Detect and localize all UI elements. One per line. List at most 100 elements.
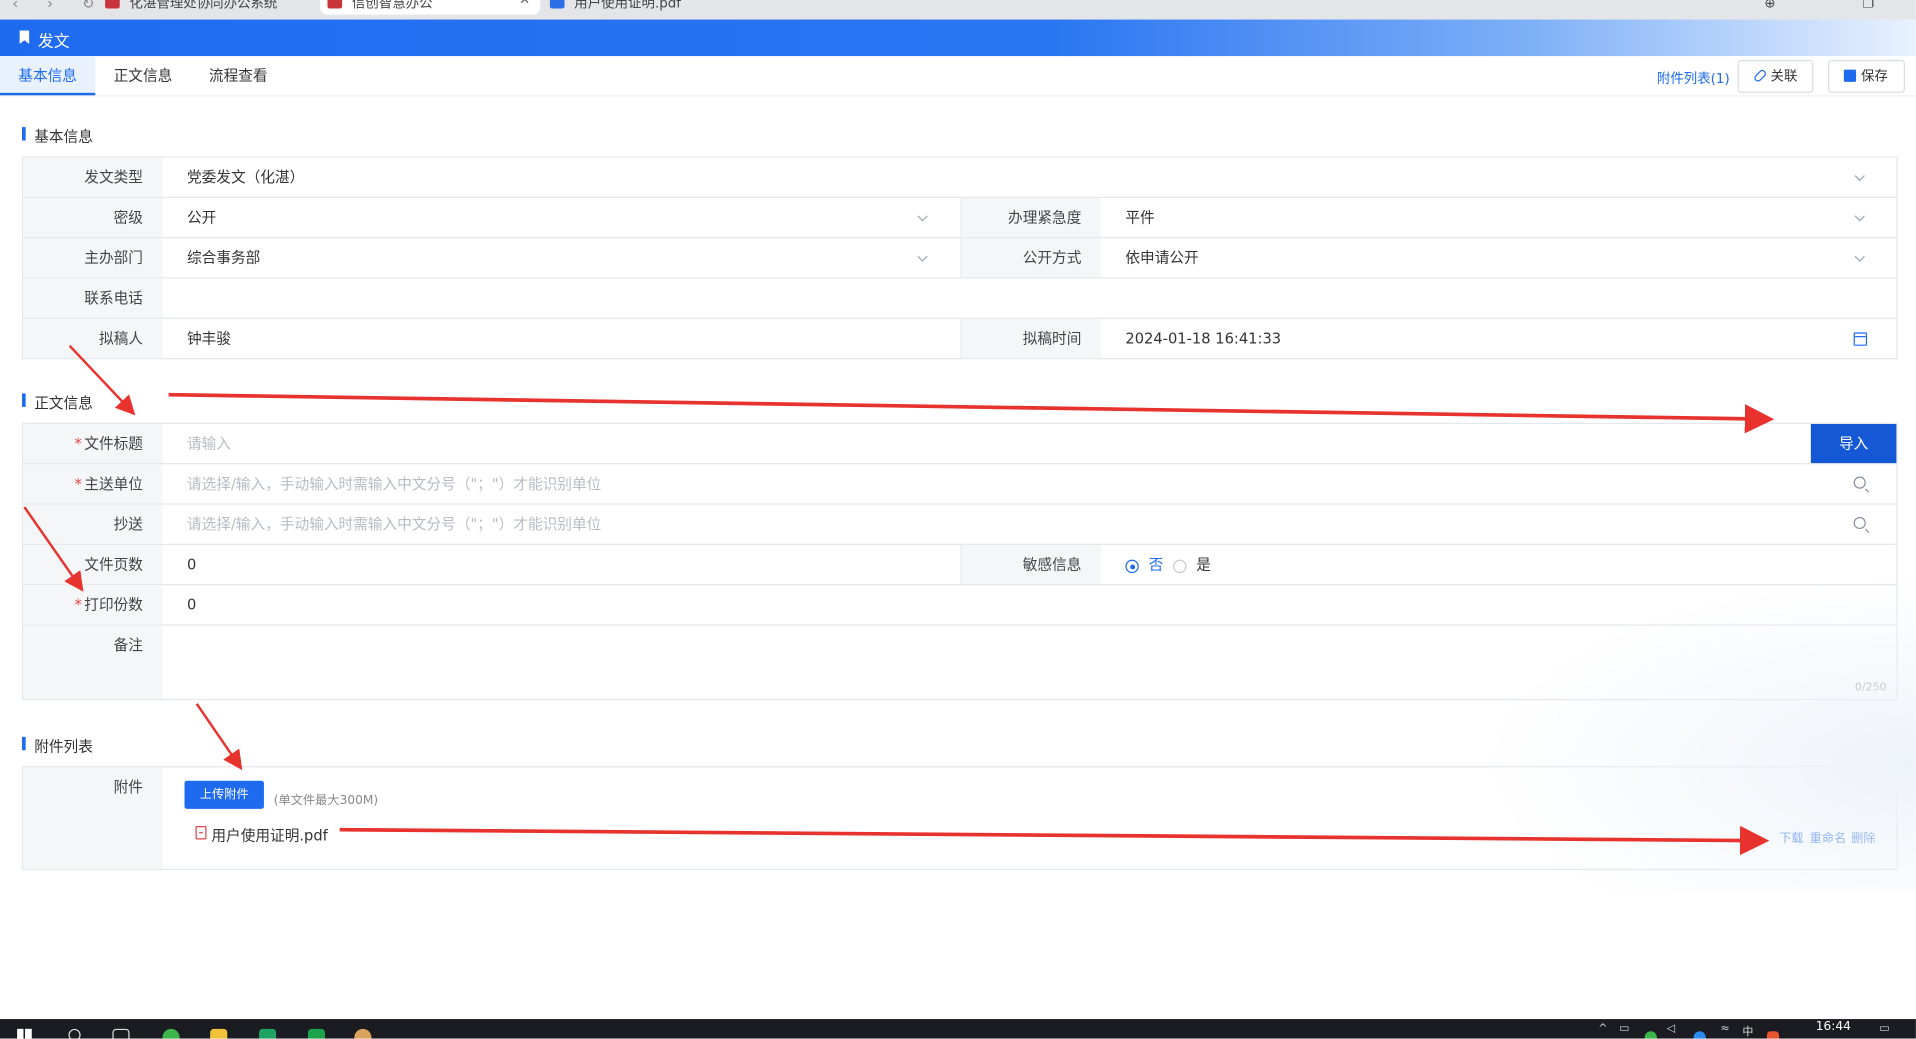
tray-app-icon[interactable] [1644, 1031, 1657, 1039]
form-row: * 打印份数 0 [23, 585, 1898, 626]
browser-nav-icons[interactable]: ‹ › ↻ [12, 0, 106, 12]
form-row: * 文件标题 请输入 导入 [23, 423, 1898, 465]
volume-icon[interactable]: ◁ [1667, 1023, 1675, 1035]
drafter-label: 拟稿人 [23, 318, 163, 359]
secret-level-label: 密级 [23, 197, 163, 238]
close-tab-icon[interactable]: × [519, 0, 530, 6]
notification-icon[interactable]: ▭ [1879, 1023, 1889, 1035]
import-button[interactable]: 导入 [1810, 423, 1897, 464]
draft-time-input[interactable]: 2024-01-18 16:41:33 [1101, 319, 1896, 358]
secret-level-select[interactable]: 公开 [163, 198, 961, 237]
form-row: 主办部门 综合事务部 公开方式 依申请公开 [23, 238, 1898, 279]
sensitive-label: 敏感信息 [961, 544, 1101, 585]
tray-app-icon[interactable] [1766, 1031, 1780, 1039]
browser-tab-3[interactable]: 用户使用证明.pdf [543, 0, 763, 15]
globe-icon[interactable]: ⊕ [1764, 0, 1775, 11]
form-row: 抄送 请选择/输入，手动输入时需输入中文分号（"；"）才能识别单位 [23, 504, 1898, 545]
pdf-file-icon [195, 826, 207, 840]
doc-title-label: * 文件标题 [23, 423, 163, 464]
tab-basic-info[interactable]: 基本信息 [0, 56, 96, 96]
phone-input[interactable] [163, 279, 1897, 318]
restore-window-icon[interactable]: ❐ [1862, 0, 1874, 11]
spreadsheet-app-icon[interactable] [259, 1028, 277, 1039]
relate-button[interactable]: 关联 [1737, 59, 1814, 93]
page-title: 发文 [37, 32, 70, 52]
search-icon[interactable] [1853, 476, 1866, 489]
os-taskbar: ^ ▭ ◁ ≈ 中 16:44 ▭ [0, 1019, 1916, 1039]
windows-start-icon[interactable] [17, 1028, 32, 1039]
attachments-form: 附件 [21, 766, 1898, 870]
calendar-icon[interactable] [1853, 332, 1868, 346]
browser-tab-2[interactable]: 信创智慧办公 × [320, 0, 541, 15]
delete-link[interactable]: 删除 [1851, 827, 1875, 845]
form-row: 备注 0/250 [23, 625, 1898, 701]
required-mark: * [74, 434, 82, 453]
tab-body-info[interactable]: 正文信息 [95, 56, 190, 95]
public-mode-label: 公开方式 [961, 238, 1101, 278]
sensitive-yes-radio[interactable] [1173, 559, 1187, 574]
save-icon [1843, 69, 1857, 82]
folder-icon[interactable] [210, 1028, 228, 1039]
remark-textarea[interactable] [163, 626, 1897, 699]
search-icon[interactable] [1853, 516, 1866, 530]
copies-label: * 打印份数 [23, 585, 163, 625]
app-title-bar: 发文 [0, 19, 1916, 57]
required-mark: * [74, 596, 82, 614]
urgency-label: 办理紧急度 [961, 197, 1101, 238]
chevron-up-icon[interactable]: ^ [1598, 1023, 1607, 1035]
public-mode-select[interactable]: 依申请公开 [1101, 238, 1896, 277]
tray-icon[interactable]: ▭ [1619, 1023, 1629, 1035]
section-title-body: 正文信息 [21, 392, 93, 413]
form-row: 联系电话 [23, 278, 1898, 319]
copies-input[interactable]: 0 [163, 585, 1897, 624]
urgency-select[interactable]: 平件 [1101, 198, 1896, 237]
form-row: 附件 [23, 767, 1898, 870]
site-favicon-icon [327, 0, 343, 9]
pages-input[interactable]: 0 [163, 545, 961, 584]
task-view-icon[interactable] [112, 1028, 130, 1039]
doc-type-select[interactable]: 党委发文（化湛） [163, 158, 1897, 197]
main-unit-input[interactable]: 请选择/输入，手动输入时需输入中文分号（"；"）才能识别单位 [163, 464, 1848, 503]
chat-app-icon[interactable] [307, 1028, 326, 1039]
save-button[interactable]: 保存 [1827, 59, 1905, 93]
link-icon [1752, 68, 1768, 84]
form-row: 密级 公开 办理紧急度 平件 [23, 197, 1898, 239]
pdf-favicon-icon [549, 0, 565, 9]
download-link[interactable]: 下载 [1779, 827, 1803, 845]
rename-link[interactable]: 重命名 [1810, 827, 1847, 845]
browser-tab-strip: ‹ › ↻ 化湛管理处协同办公系统 信创智慧办公 × 用户使用证明.pdf ⊕ … [0, 0, 1916, 20]
attachment-file-name[interactable]: 用户使用证明.pdf [211, 825, 327, 846]
pages-label: 文件页数 [23, 544, 163, 585]
annotation-arrow [195, 703, 243, 771]
form-row: 发文类型 党委发文（化湛） [23, 157, 1898, 198]
annotation-arrow [168, 392, 1775, 434]
drafter-value: 钟丰骏 [186, 329, 231, 348]
tab-process-view[interactable]: 流程查看 [191, 56, 286, 95]
sensitive-yes-label[interactable]: 是 [1196, 545, 1211, 585]
network-icon[interactable]: ≈ [1720, 1023, 1729, 1035]
attachment-list-link[interactable]: 附件列表(1) [1657, 68, 1730, 88]
draft-time-label: 拟稿时间 [961, 318, 1101, 359]
sensitive-no-radio[interactable] [1125, 559, 1139, 574]
doc-title-input[interactable]: 请输入 [163, 424, 1811, 463]
cc-input[interactable]: 请选择/输入，手动输入时需输入中文分号（"；"）才能识别单位 [163, 505, 1848, 544]
dept-select[interactable]: 综合事务部 [163, 238, 961, 277]
section-title-attachments: 附件列表 [21, 736, 93, 757]
form-row: * 主送单位 请选择/输入，手动输入时需输入中文分号（"；"）才能识别单位 [23, 464, 1898, 505]
dept-label: 主办部门 [23, 238, 163, 278]
upload-attachment-button[interactable]: 上传附件 [184, 780, 264, 809]
doc-type-label: 发文类型 [23, 157, 163, 197]
cc-label: 抄送 [23, 504, 163, 544]
bookmark-icon [19, 30, 30, 44]
clock[interactable]: 16:44 [1816, 1020, 1851, 1033]
search-icon[interactable] [68, 1028, 81, 1039]
required-mark: * [74, 475, 82, 493]
phone-label: 联系电话 [23, 278, 163, 318]
sensitive-no-label[interactable]: 否 [1149, 545, 1164, 585]
browser-app-icon[interactable] [162, 1028, 180, 1039]
app-icon[interactable] [354, 1028, 372, 1039]
section-title-basic: 基本信息 [21, 126, 93, 147]
bluetooth-icon[interactable] [1693, 1031, 1706, 1039]
browser-tab-1[interactable]: 化湛管理处协同办公系统 [98, 0, 318, 15]
ime-indicator[interactable]: 中 [1742, 1023, 1753, 1038]
